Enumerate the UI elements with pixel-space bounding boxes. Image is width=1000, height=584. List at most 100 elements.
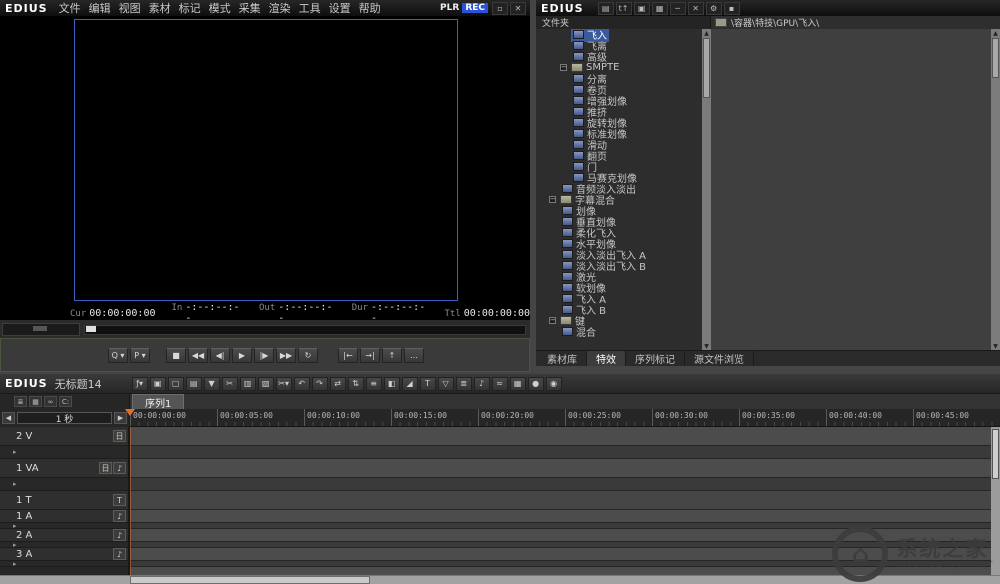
timescale-value[interactable]: 1 秒 (17, 412, 112, 424)
scroll-up-icon[interactable]: ▲ (993, 29, 998, 38)
effects-menu-icon[interactable]: ƒ▾ (132, 377, 148, 391)
close-icon[interactable]: ✕ (688, 2, 704, 15)
goto-in-button[interactable]: |← (338, 348, 358, 363)
menu-item[interactable]: 采集 (239, 0, 261, 16)
expand-arrow-icon[interactable]: ▸ (13, 523, 17, 529)
tree-item[interactable]: 翻页 (536, 150, 702, 161)
palette-tab[interactable]: 源文件浏览 (685, 351, 754, 366)
rec-button[interactable]: REC (462, 3, 488, 13)
speaker-icon[interactable]: ♪ (113, 462, 126, 474)
new-window-icon[interactable]: ▣ (634, 2, 650, 15)
track-lane[interactable] (130, 510, 991, 523)
tree-item[interactable]: 标准划像 (536, 128, 702, 139)
timeline-vscroll-thumb[interactable] (992, 429, 999, 479)
menu-item[interactable]: 帮助 (359, 0, 381, 16)
palette-tab[interactable]: 序列标记 (626, 351, 685, 366)
paste-icon[interactable]: ▧ (258, 377, 274, 391)
tree-item[interactable]: 混合 (536, 326, 702, 337)
collapse-icon[interactable]: − (560, 64, 567, 71)
normalize-icon[interactable]: ≈ (492, 377, 508, 391)
tree-item[interactable]: −SMPTE (536, 62, 702, 73)
settings-icon[interactable]: ⚙ (706, 2, 722, 15)
track-subrow[interactable]: ▸ (0, 446, 128, 459)
audio-mixer-icon[interactable]: ♪ (474, 377, 490, 391)
lock-icon[interactable]: ▪ (724, 2, 740, 15)
content-scrollbar-thumb[interactable] (992, 38, 999, 78)
timeline-hscroll-thumb[interactable] (130, 576, 370, 584)
minimize-icon[interactable]: ─ (670, 2, 686, 15)
prev-frame-button[interactable]: ◀| (210, 348, 230, 363)
move-up-icon[interactable]: t↑ (616, 2, 632, 15)
overwrite-mode-icon[interactable]: ⇅ (348, 377, 364, 391)
add-transition-icon[interactable]: ◧ (384, 377, 400, 391)
sync-mode-icon[interactable]: ≡ (366, 377, 382, 391)
track-sublane[interactable] (130, 478, 991, 491)
layout-icon[interactable]: ▦ (29, 396, 42, 407)
next-frame-button[interactable]: |▶ (254, 348, 274, 363)
title-track-icon[interactable]: T (113, 494, 126, 506)
title-mixer-icon[interactable]: T (420, 377, 436, 391)
menu-item[interactable]: 编辑 (89, 0, 111, 16)
tree-item[interactable]: 飞入 (536, 29, 702, 40)
add-clip-icon[interactable]: ▢ (168, 377, 184, 391)
menu-item[interactable]: 模式 (209, 0, 231, 16)
play-button[interactable]: ▶ (232, 348, 252, 363)
cascade-icon[interactable]: ▦ (652, 2, 668, 15)
menu-item[interactable]: 文件 (59, 0, 81, 16)
tree-item[interactable]: 分离 (536, 73, 702, 84)
timeline-ruler[interactable]: 00:00:00:0000:00:05:0000:00:10:0000:00:1… (130, 409, 1000, 427)
open-project-icon[interactable]: ▤ (186, 377, 202, 391)
fast-forward-button[interactable]: ▶▶ (276, 348, 296, 363)
stop-button[interactable]: ■ (166, 348, 186, 363)
palette-tab[interactable]: 素材库 (538, 351, 587, 366)
zoom-out-button[interactable]: ◀ (2, 412, 15, 424)
speaker-icon[interactable]: ♪ (113, 548, 126, 560)
menu-item[interactable]: 设置 (329, 0, 351, 16)
jog-q-button[interactable]: Q ▾ (108, 348, 128, 363)
content-scrollbar[interactable]: ▲ ▼ (991, 29, 1000, 351)
video-track-icon[interactable]: 日 (113, 430, 126, 442)
ripple-cut-icon[interactable]: ✂▾ (276, 377, 292, 391)
expand-arrow-icon[interactable]: ▸ (13, 561, 17, 567)
palette-tab[interactable]: 特效 (587, 351, 626, 366)
expand-arrow-icon[interactable]: ▸ (13, 542, 17, 548)
add-marker-button[interactable]: ↑ (382, 348, 402, 363)
tree-scrollbar[interactable]: ▲ ▼ (702, 29, 711, 351)
jog-p-button[interactable]: P ▾ (130, 348, 150, 363)
track-header[interactable]: 1 VA日♪ (0, 459, 128, 478)
track-menu-icon[interactable]: ≣ (14, 396, 27, 407)
ripple-icon[interactable]: ∞ (44, 396, 57, 407)
new-folder-icon[interactable]: ▤ (598, 2, 614, 15)
redo-icon[interactable]: ↷ (312, 377, 328, 391)
cut-icon[interactable]: ✂ (222, 377, 238, 391)
insert-mode-icon[interactable]: ⇄ (330, 377, 346, 391)
undo-icon[interactable]: ↶ (294, 377, 310, 391)
more-button[interactable]: … (404, 348, 424, 363)
menu-item[interactable]: 视图 (119, 0, 141, 16)
track-header[interactable]: 2 A♪ (0, 529, 128, 542)
menu-item[interactable]: 渲染 (269, 0, 291, 16)
track-header[interactable]: 2 V日 (0, 427, 128, 446)
speaker-icon[interactable]: ♪ (113, 529, 126, 541)
zoom-icon[interactable]: ● (528, 377, 544, 391)
video-track-icon[interactable]: 日 (99, 462, 112, 474)
goto-out-button[interactable]: →| (360, 348, 380, 363)
tree-item[interactable]: 高级 (536, 51, 702, 62)
seek-handle[interactable] (86, 326, 96, 332)
mode-bar-icon[interactable]: ≣ (456, 377, 472, 391)
shuttle-handle[interactable] (33, 326, 47, 331)
plr-button[interactable]: PLR (440, 3, 459, 13)
shuttle-control[interactable] (2, 323, 80, 336)
sequence-tab[interactable]: 序列1 (132, 394, 184, 409)
track-lane[interactable] (130, 459, 991, 478)
track-lane[interactable] (130, 491, 991, 510)
tree-item[interactable]: 飞离 (536, 40, 702, 51)
save-project-icon[interactable]: ▼ (204, 377, 220, 391)
menu-item[interactable]: 素材 (149, 0, 171, 16)
menu-item[interactable]: 标记 (179, 0, 201, 16)
collapse-icon[interactable]: − (549, 196, 556, 203)
seek-bar[interactable] (84, 325, 526, 335)
playhead[interactable] (125, 409, 135, 416)
tree-item[interactable]: 增强划像 (536, 95, 702, 106)
rewind-button[interactable]: ◀◀ (188, 348, 208, 363)
